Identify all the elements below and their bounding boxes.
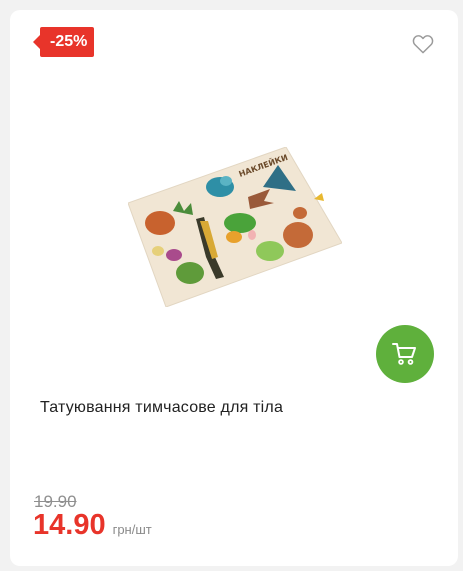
price-row: 14.90 грн/шт [33, 509, 152, 542]
product-card[interactable]: -25% НАКЛЕЙКИ Татуювання тимчасове для т… [10, 10, 458, 566]
current-price: 14.90 [33, 509, 106, 541]
add-to-cart-button[interactable] [376, 325, 434, 383]
shopping-cart-icon [392, 343, 416, 365]
discount-badge: -25% [32, 27, 95, 57]
product-image[interactable]: НАКЛЕЙКИ [128, 147, 342, 307]
product-title[interactable]: Татуювання тимчасове для тіла [40, 399, 283, 417]
heart-icon[interactable] [412, 34, 434, 54]
price-unit: грн/шт [112, 522, 152, 537]
